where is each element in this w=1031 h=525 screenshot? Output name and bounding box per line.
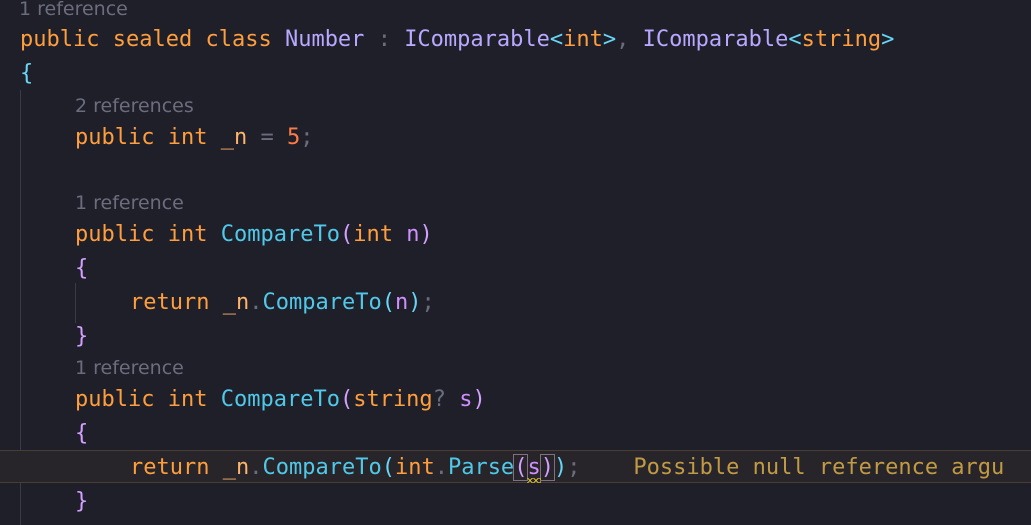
code-token-type: int [394, 455, 435, 480]
code-line-method1-return[interactable]: return _n.CompareTo(n); [130, 286, 1031, 319]
codelens-method2-references[interactable]: 1 reference [75, 354, 1031, 382]
code-token-public: public [75, 125, 155, 150]
code-token-nullable: ? [432, 387, 446, 412]
code-line-open-brace[interactable]: { [20, 57, 1031, 90]
code-token-dot: . [249, 290, 263, 315]
code-token-angle-open: < [788, 27, 802, 52]
code-token-interface: IComparable [642, 27, 789, 52]
code-token-number: 5 [286, 125, 301, 150]
code-token-semicolon: ; [300, 125, 314, 150]
code-token-brace: } [75, 324, 89, 349]
code-token-public: public [20, 27, 100, 52]
code-token-class: class [205, 27, 272, 52]
code-token-operator: = [260, 125, 274, 150]
code-token-method: Parse [447, 455, 515, 480]
code-token-method: CompareTo [262, 455, 382, 480]
code-token-return: return [130, 290, 210, 315]
code-token-semicolon: ; [567, 455, 581, 480]
code-token-paren: ) [553, 455, 568, 480]
code-token-dot: . [249, 455, 263, 480]
codelens-field-references[interactable]: 2 references [75, 92, 1031, 120]
code-line-method2-open-brace[interactable]: { [75, 417, 1031, 450]
code-token-return: return [130, 455, 210, 480]
code-token-parameter: n [394, 290, 409, 315]
code-token-method: CompareTo [262, 290, 382, 315]
code-line-method1-close-brace[interactable]: } [75, 320, 1031, 353]
code-line-method1-signature[interactable]: public int CompareTo(int n) [75, 218, 1031, 251]
code-token-interface: IComparable [404, 27, 550, 52]
code-token-field: _n [220, 125, 248, 150]
code-token-type: int [353, 222, 393, 247]
code-token-dot: . [434, 455, 448, 480]
code-token-public: public [75, 387, 155, 412]
code-token-angle-close: > [602, 27, 617, 52]
code-line-field[interactable]: public int _n = 5; [75, 121, 1031, 154]
code-token-type: int [167, 222, 208, 247]
code-token-paren-matched: ) [539, 454, 555, 481]
code-token-parameter-warning[interactable]: s [527, 451, 541, 484]
code-token-sealed: sealed [112, 27, 193, 52]
code-token-paren: ) [472, 387, 486, 412]
code-token-brace: { [75, 256, 89, 281]
codelens-method1-references[interactable]: 1 reference [75, 189, 1031, 217]
code-editor[interactable]: 1 reference public sealed class Number :… [0, 0, 1031, 525]
code-token-angle-close: > [881, 27, 895, 52]
code-token-type: string [353, 387, 433, 412]
code-line-method2-signature[interactable]: public int CompareTo(string? s) [75, 383, 1031, 416]
code-token-paren: ) [419, 222, 433, 247]
code-token-semicolon: ; [421, 290, 435, 315]
code-token-paren: ( [381, 290, 395, 315]
code-token-angle-open: < [549, 27, 564, 52]
code-token-paren: ) [408, 290, 422, 315]
code-token-type: int [563, 27, 603, 52]
code-line-method2-return[interactable]: return _n.CompareTo(int.Parse(s)); Possi… [130, 451, 1031, 484]
code-token-type: int [167, 125, 208, 150]
code-token-parameter: s [527, 455, 541, 480]
codelens-class-references[interactable]: 1 reference [19, 0, 1031, 23]
code-token-public: public [75, 222, 155, 247]
code-token-brace: { [20, 61, 34, 86]
code-token-brace: } [75, 489, 89, 514]
code-token-brace: { [75, 421, 89, 446]
code-token-paren: ( [339, 387, 354, 412]
code-token-paren: ( [381, 455, 395, 480]
inline-diagnostic-message[interactable]: Possible null reference argu [633, 455, 1004, 480]
code-token-paren-matched: ( [513, 454, 529, 481]
code-token-method: CompareTo [220, 387, 340, 412]
code-token-type: string [801, 27, 882, 52]
code-token-field: _n [222, 455, 250, 480]
code-token-type: int [167, 387, 208, 412]
code-line-class-declaration[interactable]: public sealed class Number : IComparable… [20, 23, 1031, 56]
code-token-comma: , [616, 27, 630, 52]
warning-squiggle [527, 478, 541, 483]
code-token-parameter: n [406, 222, 420, 247]
code-token-method: CompareTo [220, 222, 340, 247]
code-token-parameter: s [459, 387, 473, 412]
indent-guide [75, 283, 76, 323]
code-token-colon: : [377, 27, 391, 52]
code-line-method1-open-brace[interactable]: { [75, 252, 1031, 285]
code-token-class-name: Number [284, 27, 365, 52]
code-token-field: _n [222, 290, 250, 315]
code-line-method2-close-brace[interactable]: } [75, 485, 1031, 518]
code-token-paren: ( [339, 222, 354, 247]
